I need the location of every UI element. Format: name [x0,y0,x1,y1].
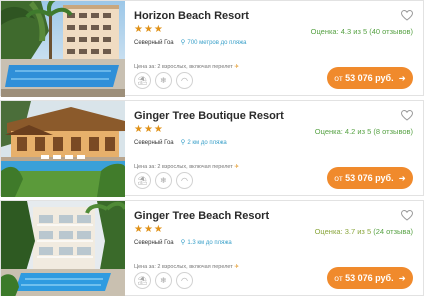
wifi-icon: ◠ [176,172,193,189]
hotel-photo-image [1,1,125,97]
heart-icon[interactable] [401,210,413,221]
hotel-card[interactable]: Ginger Tree Beach Resort ★★★ Оценка: 3.7… [0,200,424,296]
guest-rating[interactable]: Оценка: 4.3 из 5 (40 отзывов) [311,27,413,36]
hotel-name[interactable]: Ginger Tree Beach Resort [134,210,269,222]
hotel-photo-image [1,101,125,197]
hotel-card[interactable]: Ginger Tree Boutique Resort ★★★ Оценка: … [0,100,424,197]
location: Северный Гоа ⚲ 700 метров до пляжа [134,38,246,46]
hotel-photo-image [1,201,125,296]
heart-icon[interactable] [401,10,413,21]
arrow-right-icon: ➜ [398,274,406,284]
ac-icon: ❄ [155,272,172,289]
beach-icon: ⛱ [134,72,151,89]
beach-icon: ⛱ [134,172,151,189]
location: Северный Гоа ⚲ 1.3 км до пляжа [134,238,232,246]
beach-distance[interactable]: 1.3 км до пляжа [187,240,231,246]
rating-score: Оценка: 4.3 из 5 [310,27,368,36]
location: Северный Гоа ⚲ 2 км до пляжа [134,138,227,146]
star-rating: ★★★ [134,224,164,235]
hotel-name[interactable]: Ginger Tree Boutique Resort [134,110,284,122]
arrow-right-icon: ➜ [398,74,406,84]
price-prefix: от [334,273,343,283]
review-count[interactable]: (8 отзывов) [373,127,413,136]
price-prefix: от [334,173,343,183]
ac-icon: ❄ [155,72,172,89]
price-note-text: Цена за: 2 взрослых, включая перелет [134,264,233,270]
hotel-name[interactable]: Horizon Beach Resort [134,10,249,22]
price-note: Цена за: 2 взрослых, включая перелет ✈ [134,164,239,170]
price-amount: 53 076 руб. [345,173,394,183]
price-prefix: от [334,73,343,83]
beach-distance[interactable]: 2 км до пляжа [187,140,226,146]
hotel-list: Horizon Beach Resort ★★★ Оценка: 4.3 из … [0,0,424,296]
price-button[interactable]: от 53 076 руб. ➜ [327,167,413,189]
review-count[interactable]: (40 отзывов) [369,27,413,36]
airplane-icon: ✈ [234,164,239,170]
hotel-photo[interactable] [1,201,125,296]
hotel-photo[interactable] [1,101,125,197]
price-button[interactable]: от 53 076 руб. ➜ [327,267,413,289]
price-note: Цена за: 2 взрослых, включая перелет ✈ [134,264,239,270]
price-note-text: Цена за: 2 взрослых, включая перелет [134,64,233,70]
airplane-icon: ✈ [234,264,239,270]
star-rating: ★★★ [134,124,164,135]
price-button[interactable]: от 53 076 руб. ➜ [327,67,413,89]
price-amount: 53 076 руб. [345,73,394,83]
guest-rating[interactable]: Оценка: 4.2 из 5 (8 отзывов) [315,127,413,136]
ac-icon: ❄ [155,172,172,189]
price-note-text: Цена за: 2 взрослых, включая перелет [134,164,233,170]
hotel-card[interactable]: Horizon Beach Resort ★★★ Оценка: 4.3 из … [0,0,424,97]
wifi-icon: ◠ [176,272,193,289]
beach-icon: ⛱ [134,272,151,289]
map-pin-icon: ⚲ [180,138,186,146]
price-note: Цена за: 2 взрослых, включая перелет ✈ [134,64,239,70]
heart-icon[interactable] [401,110,413,121]
star-rating: ★★★ [134,24,164,35]
rating-score: Оценка: 4.2 из 5 [314,127,372,136]
rating-score: Оценка: 3.7 из 5 [314,227,372,236]
guest-rating[interactable]: Оценка: 3.7 из 5 (24 отзыва) [315,227,413,236]
airplane-icon: ✈ [234,64,239,70]
region-label: Северный Гоа [134,240,174,246]
region-label: Северный Гоа [134,40,174,46]
region-label: Северный Гоа [134,140,174,146]
hotel-photo[interactable] [1,1,125,97]
beach-distance[interactable]: 700 метров до пляжа [187,40,246,46]
price-amount: 53 076 руб. [345,273,394,283]
wifi-icon: ◠ [176,72,193,89]
map-pin-icon: ⚲ [180,38,186,46]
map-pin-icon: ⚲ [180,238,186,246]
review-count[interactable]: (24 отзыва) [373,227,413,236]
arrow-right-icon: ➜ [398,174,406,184]
